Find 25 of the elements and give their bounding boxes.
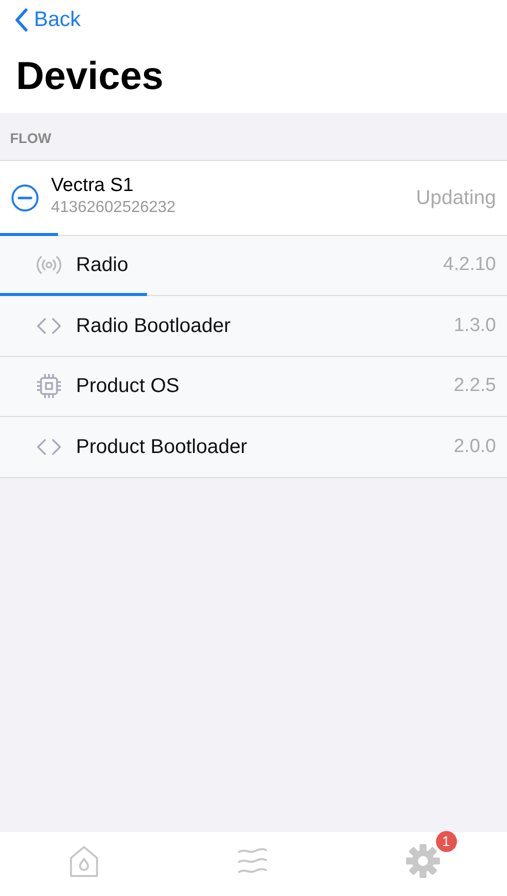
device-name: Vectra S1 [51, 174, 134, 196]
back-chevron-icon [14, 8, 28, 32]
component-row[interactable]: Product OS 2.2.5 [0, 356, 507, 418]
component-row[interactable]: Product Bootloader 2.0.0 [0, 417, 507, 478]
component-name: Radio [76, 253, 128, 278]
component-version: 1.3.0 [454, 314, 496, 338]
device-serial: 41362602526232 [51, 198, 176, 218]
component-row[interactable]: Radio Bootloader 1.3.0 [0, 296, 507, 357]
section-header: FLOW [10, 128, 52, 148]
device-row[interactable]: Vectra S1 41362602526232 Updating [0, 160, 507, 236]
settings-icon [406, 844, 440, 878]
component-name: Radio Bootloader [76, 314, 231, 339]
component-version: 4.2.10 [443, 253, 496, 278]
component-name: Product Bootloader [76, 434, 248, 460]
component-row[interactable]: Radio 4.2.10 [0, 236, 507, 296]
notification-badge: 1 [436, 831, 456, 852]
device-status: Updating [416, 186, 496, 211]
collapse-icon [11, 184, 39, 212]
chip-icon [35, 373, 63, 400]
tab-button[interactable]: 1 [388, 831, 456, 878]
component-name: Product OS [76, 374, 180, 400]
component-version: 2.0.0 [454, 434, 496, 459]
page-title: Devices [16, 54, 164, 100]
back-button[interactable]: Back [14, 4, 81, 36]
component-version: 2.2.5 [454, 374, 496, 398]
